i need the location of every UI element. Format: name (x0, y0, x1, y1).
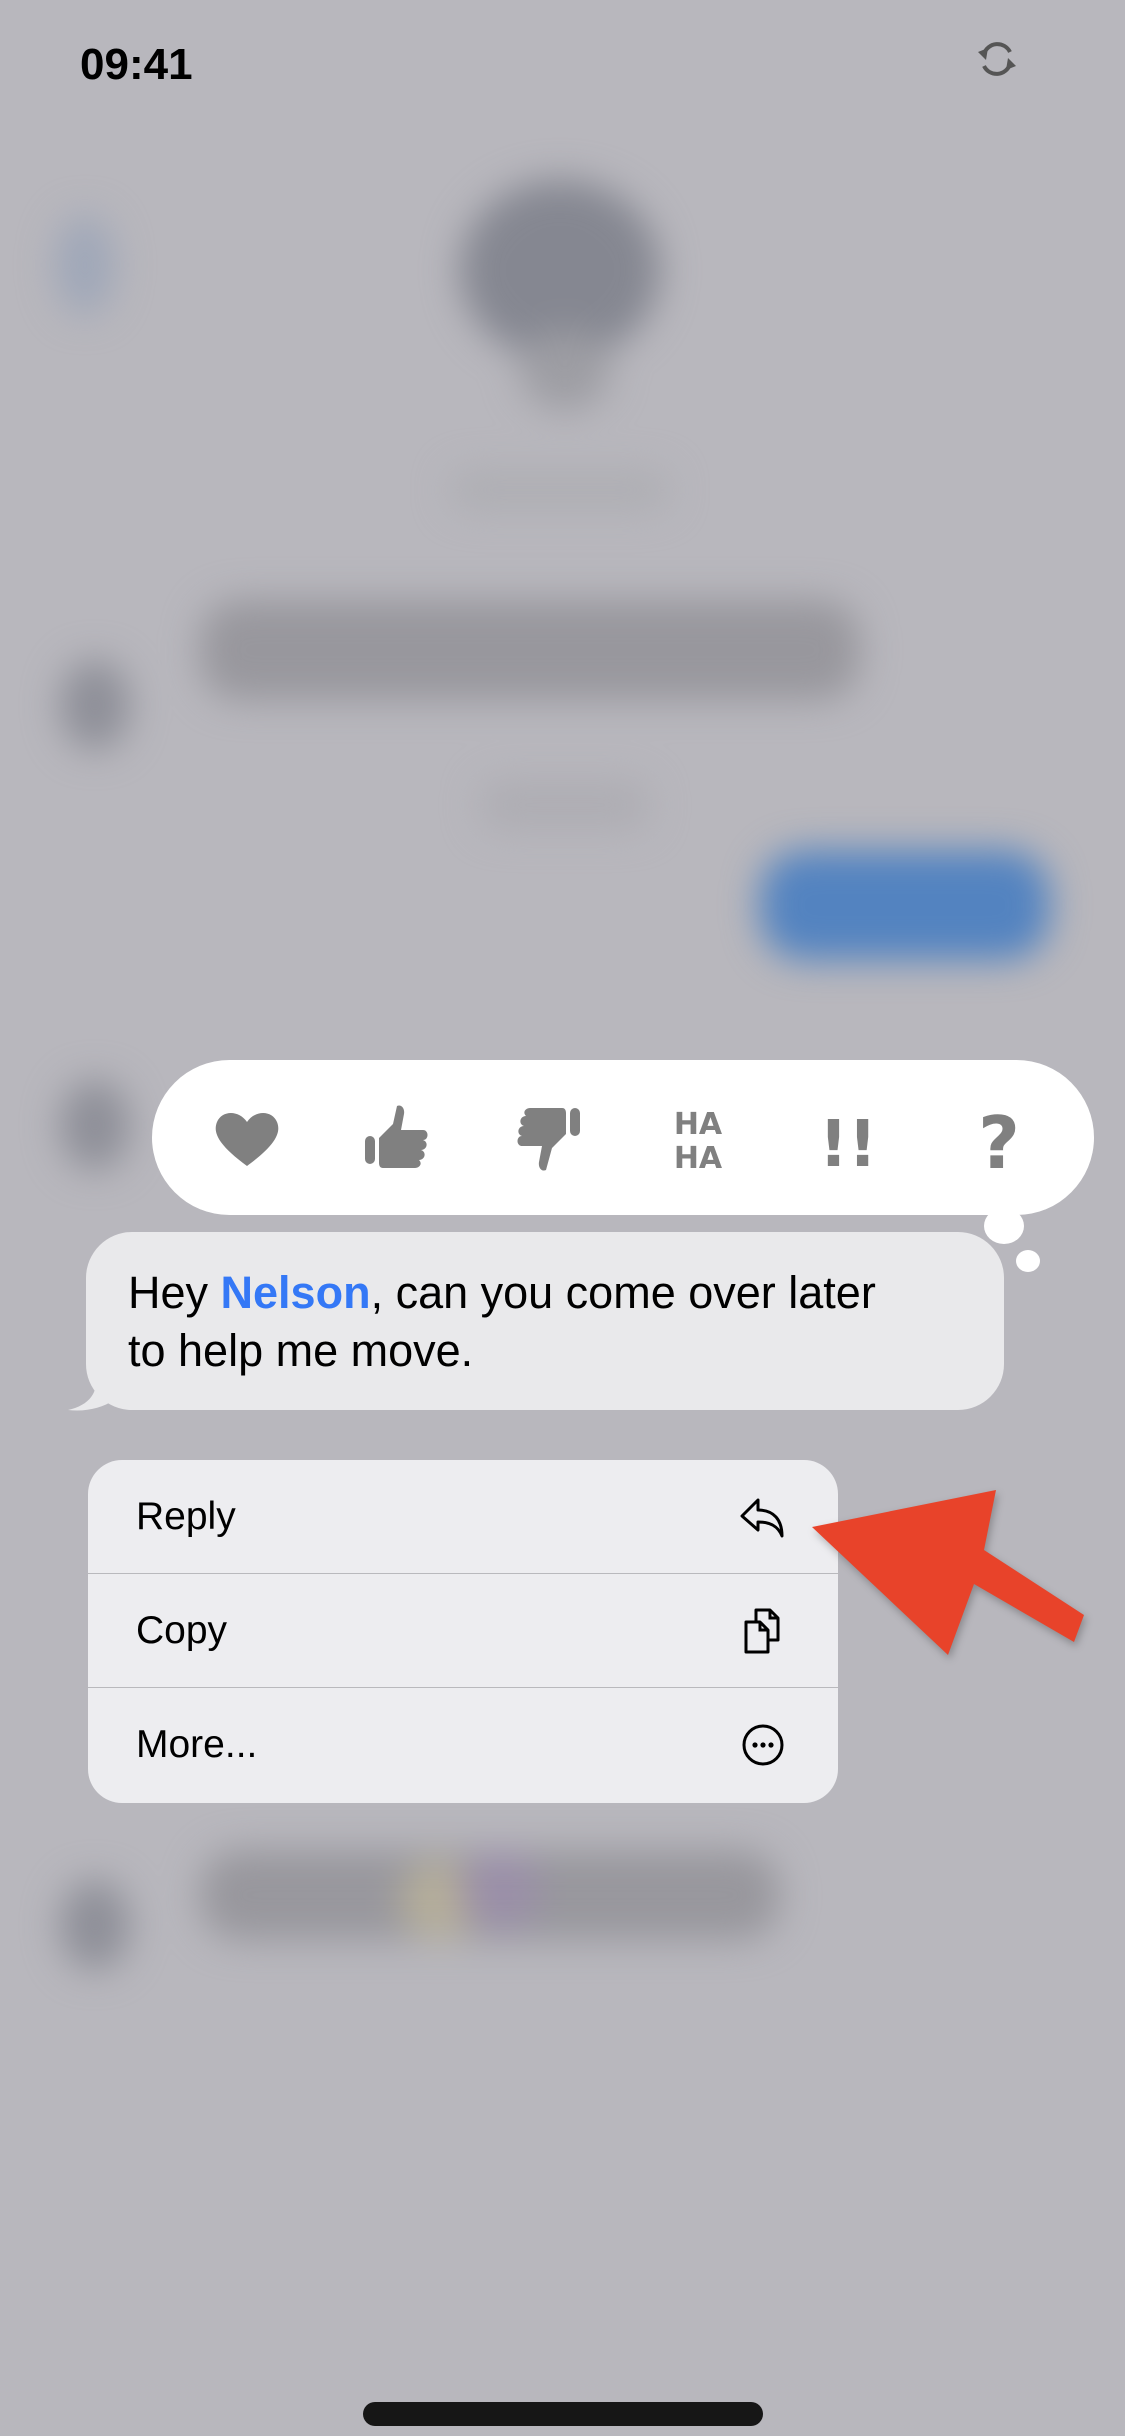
heart-icon (215, 1112, 279, 1166)
blurred-conversation-background (0, 0, 1125, 2436)
avatar-blur (60, 1080, 130, 1170)
received-message-blur (200, 600, 860, 700)
sent-message-blur (760, 850, 1050, 960)
avatar-blur (60, 660, 130, 750)
home-indicator[interactable] (363, 2402, 763, 2426)
question-icon: ? (978, 1101, 1020, 1178)
tapback-tail-dot (1016, 1250, 1040, 1272)
thumbs-up-icon (365, 1104, 428, 1168)
timestamp-blur (450, 470, 670, 510)
tapback-thumbs-down[interactable] (498, 1088, 598, 1188)
svg-text:HA: HA (674, 1107, 723, 1142)
contact-name-blur (520, 330, 610, 410)
status-time: 09:41 (80, 40, 193, 89)
haha-icon: HA HA (674, 1107, 723, 1176)
thumbs-down-icon (517, 1107, 580, 1171)
svg-text:HA: HA (674, 1141, 723, 1176)
back-button-blur (55, 215, 115, 315)
tapback-emphasize[interactable]: !! (798, 1088, 898, 1188)
tapback-tail-dot (984, 1208, 1024, 1244)
menu-item-label: Reply (136, 1494, 236, 1538)
emoji-blur (460, 1850, 540, 1930)
menu-item-reply[interactable]: Reply (88, 1460, 838, 1574)
menu-item-more[interactable]: More... (88, 1688, 838, 1802)
sync-icon (978, 42, 1016, 76)
mention-link[interactable]: Nelson (221, 1267, 371, 1318)
copy-icon (744, 1608, 780, 1653)
menu-item-label: Copy (136, 1608, 228, 1652)
reply-icon (740, 1498, 784, 1537)
tapback-question[interactable]: ? (949, 1088, 1049, 1188)
message-text-line2: to help me move. (128, 1325, 474, 1376)
double-exclamation-icon: !! (819, 1108, 877, 1178)
tapback-haha[interactable]: HA HA (648, 1088, 748, 1188)
tapback-bar: HA HA !! ? (152, 1060, 1094, 1215)
more-icon (742, 1724, 784, 1766)
message-text-prefix: Hey (128, 1267, 221, 1318)
annotation-arrow (812, 1490, 1084, 1655)
tapback-thumbs-up[interactable] (347, 1088, 447, 1188)
menu-item-copy[interactable]: Copy (88, 1574, 838, 1688)
menu-item-label: More... (136, 1723, 258, 1766)
message-bubble[interactable]: Hey Nelson, can you come over later to h… (86, 1232, 1004, 1410)
date-blur (480, 780, 650, 830)
svg-text:!!: !! (819, 1108, 877, 1178)
context-menu: Reply Copy More... (88, 1460, 838, 1803)
message-text-line1: , can you come over later (370, 1267, 876, 1318)
tapback-heart[interactable] (197, 1088, 297, 1188)
avatar-blur (60, 1880, 130, 1970)
svg-text:?: ? (978, 1101, 1020, 1178)
